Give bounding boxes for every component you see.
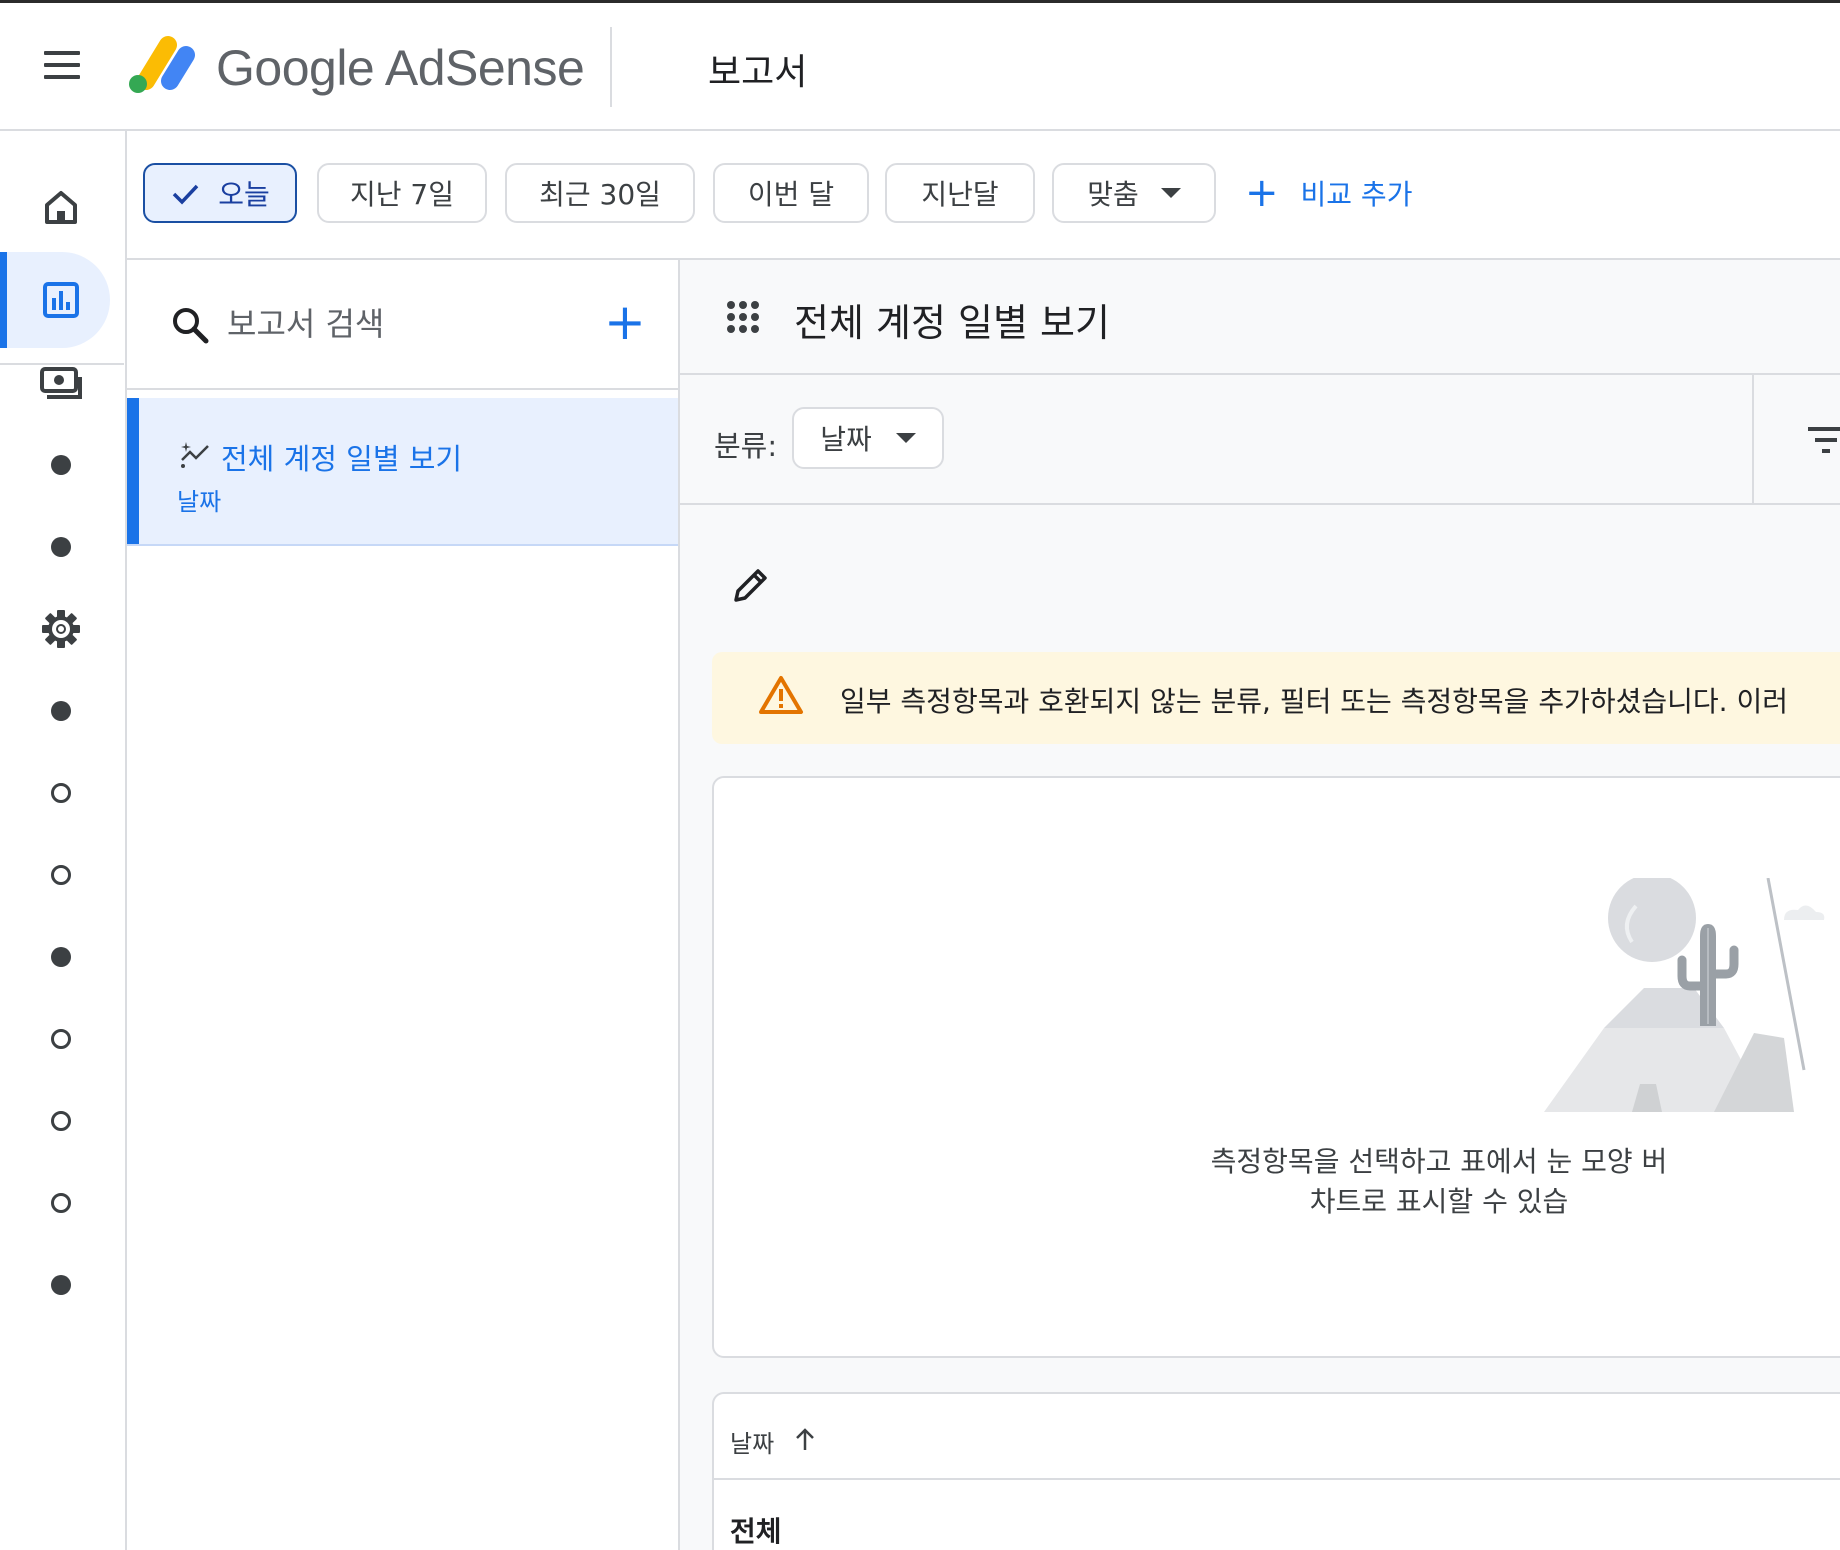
nav-payments[interactable] <box>20 342 102 424</box>
reports-icon <box>43 282 79 318</box>
nav-reports[interactable] <box>20 259 102 341</box>
total-row-label: 전체 <box>730 1515 782 1548</box>
settings-icon <box>42 610 80 648</box>
empty-state-cactus-illustration <box>1544 878 1825 1112</box>
chip-label: 오늘 <box>218 178 270 211</box>
dot-outline-icon <box>51 1111 71 1131</box>
nav-home[interactable] <box>20 166 102 248</box>
adsense-logo <box>129 36 195 93</box>
filter-icon[interactable] <box>1806 425 1840 455</box>
active-indicator <box>127 398 139 544</box>
nav-settings[interactable] <box>20 588 102 670</box>
report-title: 전체 계정 일별 보기 <box>794 301 1110 345</box>
empty-state-line-2: 차트로 표시할 수 있습 <box>1309 1185 1569 1218</box>
plus-icon: + <box>1245 170 1279 216</box>
chip-last-30-days[interactable]: 최근 30일 <box>505 163 695 223</box>
home-icon <box>45 191 77 224</box>
breakdown-divider <box>1752 375 1754 503</box>
dot-filled-icon <box>51 455 71 475</box>
chip-custom[interactable]: 맞춤 <box>1052 163 1216 223</box>
empty-state-line-1: 측정항목을 선택하고 표에서 눈 모양 버 <box>1210 1145 1668 1178</box>
report-table: 날짜 전체 <box>712 1392 1840 1550</box>
chip-last-7-days[interactable]: 지난 7일 <box>317 163 487 223</box>
nav-item-12[interactable] <box>20 1080 102 1162</box>
main-menu-icon[interactable] <box>42 49 82 81</box>
chip-this-month[interactable]: 이번 달 <box>713 163 869 223</box>
report-list-item[interactable]: 전체 계정 일별 보기 날짜 <box>127 398 678 546</box>
chip-today[interactable]: 오늘 <box>143 163 297 223</box>
chip-label: 지난 7일 <box>350 178 454 211</box>
page-title: 보고서 <box>708 52 808 93</box>
nav-item-13[interactable] <box>20 1162 102 1244</box>
date-range-bar: 오늘 지난 7일 최근 30일 이번 달 지난달 맞춤 + 비교 추가 <box>127 131 1840 260</box>
empty-state-message: 측정항목을 선택하고 표에서 눈 모양 버 차트로 표시할 수 있습 <box>714 1142 1840 1222</box>
chip-last-month[interactable]: 지난달 <box>885 163 1035 223</box>
report-item-subtitle: 날짜 <box>177 488 222 516</box>
nav-item-7[interactable] <box>20 670 102 752</box>
search-icon <box>173 308 209 344</box>
chip-label: 지난달 <box>921 178 999 211</box>
edit-pencil-icon[interactable] <box>730 564 772 606</box>
table-header-divider <box>714 1478 1840 1480</box>
dot-outline-icon <box>51 865 71 885</box>
dot-outline-icon <box>51 783 71 803</box>
chart-card: 측정항목을 선택하고 표에서 눈 모양 버 차트로 표시할 수 있습 <box>712 776 1840 1358</box>
warning-text: 일부 측정항목과 호환되지 않는 분류, 필터 또는 측정항목을 추가하셨습니다… <box>840 685 1788 718</box>
nav-item-4[interactable] <box>20 424 102 506</box>
report-header: 전체 계정 일별 보기 <box>680 260 1840 375</box>
payments-icon <box>40 367 82 399</box>
nav-item-8[interactable] <box>20 752 102 834</box>
report-main: 전체 계정 일별 보기 분류: 날짜 일부 측정항목과 호환되지 않는 분류, … <box>680 260 1840 1550</box>
top-app-bar: Google AdSense 보고서 <box>0 3 1840 131</box>
compatibility-warning-banner: 일부 측정항목과 호환되지 않는 분류, 필터 또는 측정항목을 추가하셨습니다… <box>712 652 1840 744</box>
dot-filled-icon <box>51 701 71 721</box>
nav-item-5[interactable] <box>20 506 102 588</box>
nav-item-11[interactable] <box>20 998 102 1080</box>
header-divider <box>610 27 612 107</box>
report-search-bar: + <box>127 260 678 390</box>
column-header-date[interactable]: 날짜 <box>730 1424 774 1459</box>
dot-outline-icon <box>51 1193 71 1213</box>
navigation-rail <box>0 131 127 1550</box>
dropdown-arrow-icon <box>895 433 916 443</box>
dot-filled-icon <box>51 947 71 967</box>
add-report-plus-icon[interactable]: + <box>601 297 649 348</box>
saved-reports-panel: + 전체 계정 일별 보기 날짜 <box>127 260 680 1550</box>
nav-item-10[interactable] <box>20 916 102 998</box>
breakdown-value: 날짜 <box>820 423 872 456</box>
dot-filled-icon <box>51 537 71 557</box>
dropdown-arrow-icon <box>1160 188 1181 198</box>
breakdown-dropdown[interactable]: 날짜 <box>792 407 944 469</box>
chip-label: 이번 달 <box>747 178 835 211</box>
check-icon <box>172 184 199 205</box>
breakdown-label: 분류: <box>714 429 778 463</box>
nav-item-14[interactable] <box>20 1244 102 1326</box>
nav-item-9[interactable] <box>20 834 102 916</box>
add-comparison-label: 비교 추가 <box>1300 178 1413 211</box>
chip-label: 맞춤 <box>1087 178 1139 211</box>
report-search-input[interactable] <box>227 300 607 348</box>
dot-filled-icon <box>51 1275 71 1295</box>
sparkle-icon <box>181 442 209 468</box>
report-item-name: 전체 계정 일별 보기 <box>221 442 463 476</box>
chip-label: 최근 30일 <box>539 178 661 211</box>
rail-active-indicator <box>0 252 7 348</box>
dot-outline-icon <box>51 1029 71 1049</box>
breakdown-row: 분류: 날짜 <box>680 375 1840 505</box>
sort-ascending-icon[interactable] <box>792 1426 818 1452</box>
brand-name: Google AdSense <box>216 40 585 96</box>
apps-grid-icon[interactable] <box>726 300 760 334</box>
add-comparison-button[interactable]: + 비교 추가 <box>1245 163 1412 223</box>
warning-icon <box>759 676 803 714</box>
